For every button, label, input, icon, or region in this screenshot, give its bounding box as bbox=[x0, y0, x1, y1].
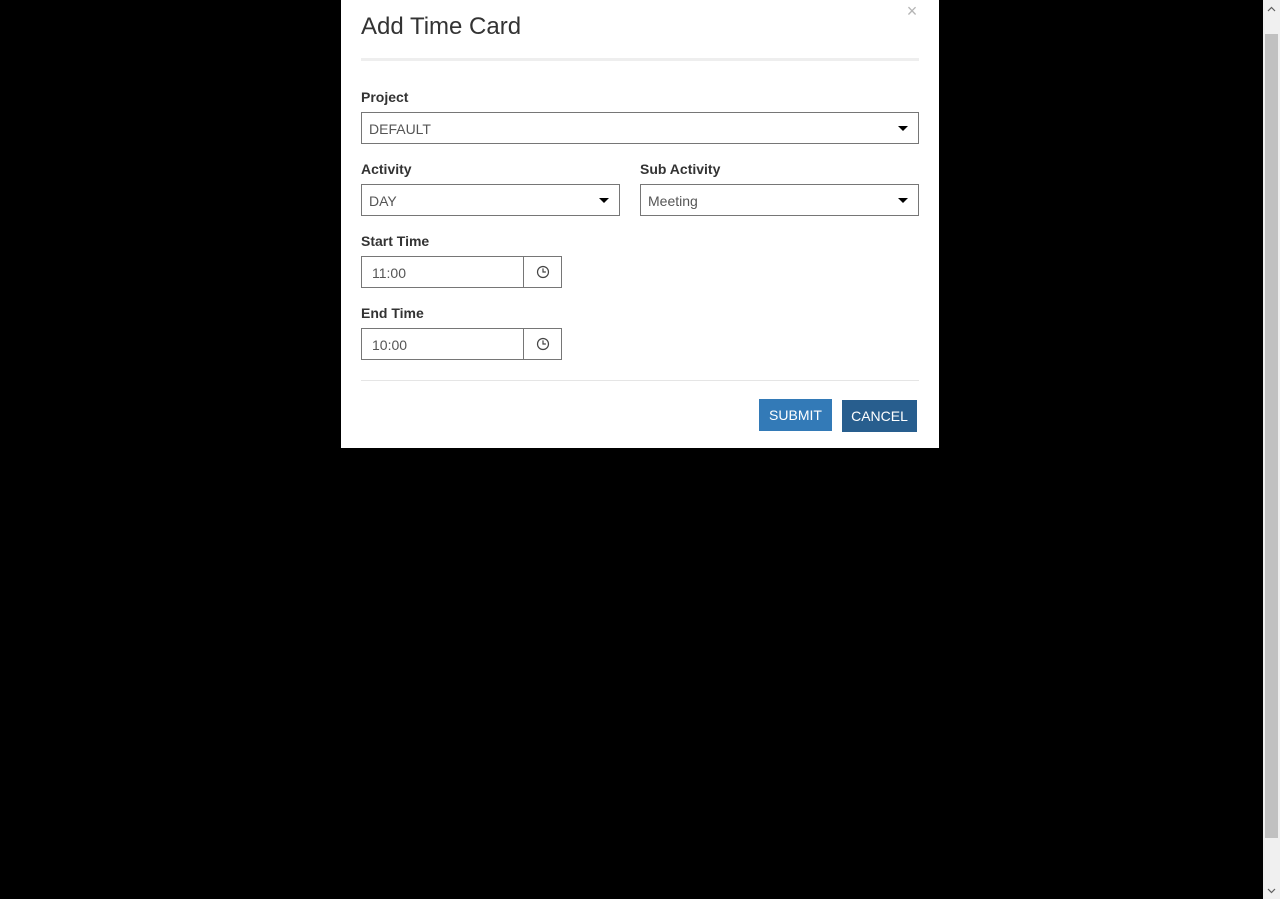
end-time-value: 10:00 bbox=[372, 337, 408, 353]
start-time-label: Start Time bbox=[361, 233, 430, 249]
activity-select[interactable]: DAY bbox=[361, 184, 620, 216]
chevron-down-icon bbox=[1267, 888, 1276, 893]
scroll-up-icon[interactable] bbox=[1263, 0, 1280, 17]
start-time-value: 11:00 bbox=[372, 265, 406, 281]
dialog-title: Add Time Card bbox=[361, 13, 522, 40]
project-selected-value: DEFAULT bbox=[369, 121, 431, 137]
project-select[interactable]: DEFAULT bbox=[361, 112, 919, 144]
vertical-scrollbar[interactable] bbox=[1263, 0, 1280, 899]
footer-divider bbox=[361, 380, 919, 381]
add-time-card-dialog: × Add Time Card Project DEFAULT Activity… bbox=[341, 0, 939, 448]
end-time-input[interactable]: 10:00 bbox=[361, 328, 524, 360]
title-divider bbox=[361, 58, 919, 61]
activity-label: Activity bbox=[361, 161, 412, 177]
start-time-input[interactable]: 11:00 bbox=[361, 256, 524, 288]
end-time-picker-button[interactable] bbox=[524, 328, 562, 360]
scroll-down-icon[interactable] bbox=[1263, 882, 1280, 899]
chevron-down-icon bbox=[599, 198, 609, 203]
clock-icon bbox=[536, 265, 549, 279]
modal-backdrop[interactable]: × Add Time Card Project DEFAULT Activity… bbox=[0, 0, 1280, 899]
cancel-button[interactable]: CANCEL bbox=[842, 400, 917, 432]
scrollbar-thumb[interactable] bbox=[1265, 34, 1278, 838]
close-icon[interactable]: × bbox=[904, 2, 920, 20]
chevron-down-icon bbox=[898, 126, 908, 131]
activity-selected-value: DAY bbox=[369, 193, 397, 209]
submit-button[interactable]: SUBMIT bbox=[759, 399, 832, 431]
sub-activity-label: Sub Activity bbox=[640, 161, 721, 177]
sub-activity-select[interactable]: Meeting bbox=[640, 184, 919, 216]
clock-icon bbox=[536, 337, 549, 351]
chevron-up-icon bbox=[1267, 6, 1276, 11]
start-time-picker-button[interactable] bbox=[524, 256, 562, 288]
end-time-label: End Time bbox=[361, 305, 424, 321]
project-label: Project bbox=[361, 89, 409, 105]
chevron-down-icon bbox=[898, 198, 908, 203]
sub-activity-selected-value: Meeting bbox=[648, 193, 698, 209]
